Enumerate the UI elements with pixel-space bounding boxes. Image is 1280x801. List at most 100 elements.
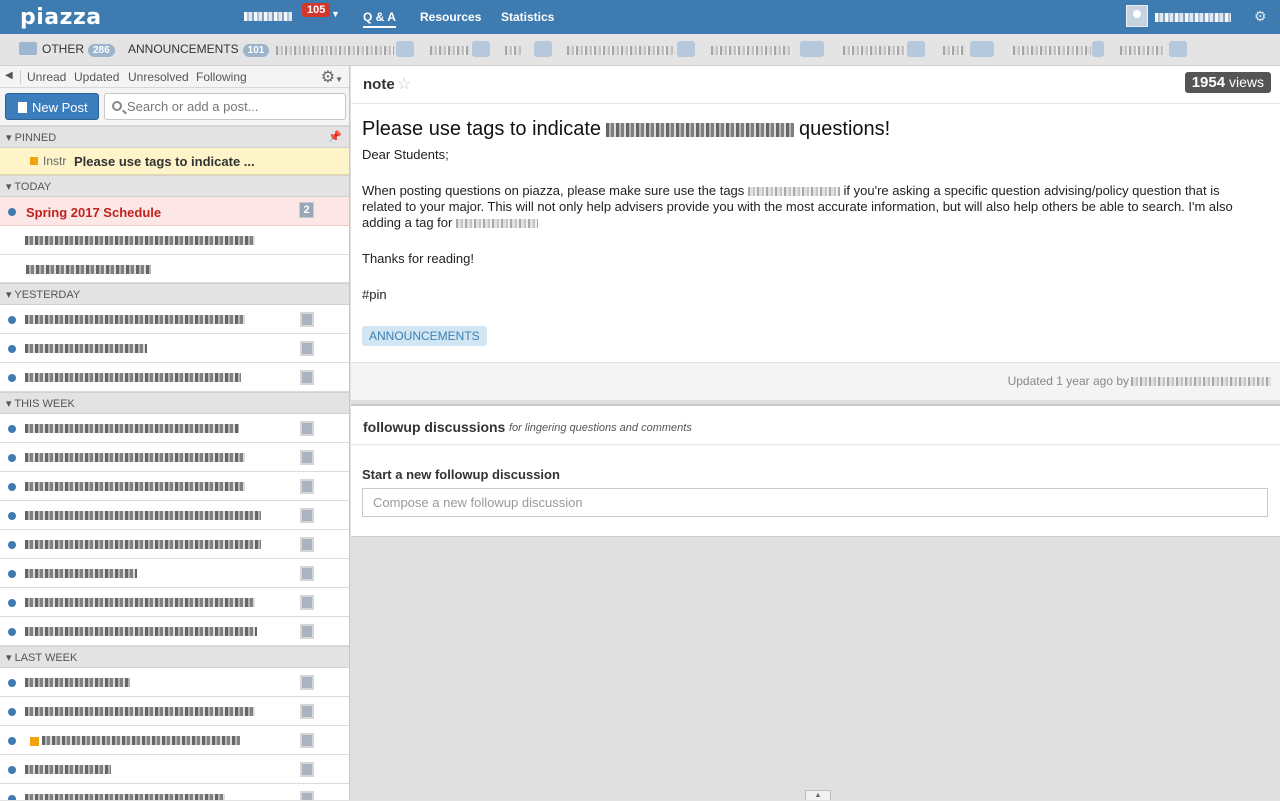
list-item[interactable] [0,305,349,334]
post-feed-sidebar: ◀ Unread Updated Unresolved Following ⚙▼… [0,66,350,800]
list-item[interactable] [0,784,349,800]
folder-count [1092,41,1104,57]
folder-item[interactable] [505,46,521,55]
section-header-last-week[interactable]: ▾ LAST WEEK [0,646,349,668]
avatar[interactable] [1126,5,1148,27]
instructor-marker-icon [30,737,39,746]
post-title [25,627,257,636]
followup-subtitle: for lingering questions and comments [509,422,692,434]
folder-count [907,41,925,57]
tab-statistics[interactable]: Statistics [501,10,554,24]
hashtag-text: #pin [362,287,387,302]
star-icon[interactable]: ☆ [397,74,411,94]
redacted-text [455,219,538,229]
list-item[interactable] [0,530,349,559]
post-title [25,765,111,774]
list-item[interactable] [0,617,349,646]
folder-other[interactable]: OTHER 286 [42,42,115,57]
feed-settings-gear-icon[interactable]: ⚙▼ [321,67,343,87]
section-header-this-week[interactable]: ▾ THIS WEEK [0,392,349,414]
unread-dot-icon [8,628,16,636]
list-item[interactable] [0,414,349,443]
post-count-badge [300,312,314,327]
tab-qa[interactable]: Q & A [363,10,396,28]
post-count-badge [300,624,314,639]
list-item[interactable]: Spring 2017 Schedule 2 [0,197,349,226]
folder-announcements[interactable]: ANNOUNCEMENTS 101 [128,42,270,57]
tab-resources[interactable]: Resources [420,10,481,24]
post-count-badge [300,791,314,800]
filter-following[interactable]: Following [196,70,247,84]
thanks-text: Thanks for reading! [362,251,475,266]
list-item[interactable] [0,226,349,255]
unread-dot-icon [8,795,16,800]
folder-item[interactable] [567,46,673,55]
document-icon [18,102,27,113]
post-count-badge [300,675,314,690]
list-item[interactable] [0,755,349,784]
list-item[interactable] [0,472,349,501]
post-title [25,315,245,324]
pinned-post-row[interactable]: Instr Please use tags to indicate ... [0,148,349,175]
list-item[interactable] [0,588,349,617]
post-title [25,424,239,433]
post-title [25,707,255,716]
post-count-badge [300,537,314,552]
section-header-yesterday[interactable]: ▾ YESTERDAY [0,283,349,305]
start-followup-label: Start a new followup discussion [362,467,560,482]
top-navbar: piazza 105 ▼ Q & A Resources Statistics … [0,0,1280,34]
chevron-down-icon[interactable]: ▼ [331,9,340,19]
unread-dot-icon [8,208,16,216]
list-item[interactable] [0,501,349,530]
section-header-pinned[interactable]: ▾ PINNED 📌 [0,126,349,148]
list-item[interactable] [0,726,349,755]
post-count-badge [300,733,314,748]
updated-text: Updated 1 year ago by [1008,374,1271,388]
section-header-today[interactable]: ▾ TODAY [0,175,349,197]
class-name[interactable] [244,12,292,21]
filter-unread[interactable]: Unread [20,70,66,84]
folder-count: 286 [88,44,115,57]
folder-tag[interactable]: ANNOUNCEMENTS [362,326,487,346]
body-paragraph: When posting questions on piazza, please… [362,183,1233,230]
filter-updated[interactable]: Updated [74,70,119,84]
search-input[interactable]: Search or add a post... [104,93,346,120]
user-name[interactable] [1155,13,1231,22]
post-title: Spring 2017 Schedule [26,205,162,220]
compose-followup-input[interactable]: Compose a new followup discussion [362,488,1268,517]
instructor-marker-icon [30,157,38,165]
post-title: Please use tags to indicate ... [74,154,255,169]
list-item[interactable] [0,559,349,588]
list-item[interactable] [0,334,349,363]
unread-dot-icon [8,483,16,491]
post-count-badge [300,479,314,494]
list-item[interactable] [0,443,349,472]
folder-item[interactable] [843,46,905,55]
folder-item[interactable] [276,46,394,55]
gear-icon[interactable]: ⚙ [1254,8,1267,25]
folder-count [677,41,695,57]
new-post-button[interactable]: New Post [5,93,99,120]
list-item[interactable] [0,668,349,697]
class-unread-badge: 105 [302,3,331,17]
folder-item[interactable] [430,46,470,55]
new-post-bar: New Post Search or add a post... [0,88,349,126]
folder-item[interactable] [1013,46,1091,55]
post-title [25,373,241,382]
post-count-badge [300,508,314,523]
folder-item[interactable] [1120,46,1164,55]
list-item[interactable] [0,363,349,392]
piazza-logo[interactable]: piazza [20,5,102,30]
list-item[interactable] [0,697,349,726]
list-item[interactable] [0,255,349,283]
followup-title: followup discussions [363,419,506,435]
collapse-sidebar-icon[interactable]: ◀ [5,70,13,81]
resize-handle-icon[interactable]: ▲ [805,790,831,800]
unread-dot-icon [8,374,16,382]
folder-item[interactable] [711,46,791,55]
post-body: Dear Students; When posting questions on… [362,147,1262,323]
filter-unresolved[interactable]: Unresolved [128,70,189,84]
post-count-badge: 2 [299,202,314,218]
post-type-label: note [363,76,395,93]
folder-item[interactable] [943,46,965,55]
